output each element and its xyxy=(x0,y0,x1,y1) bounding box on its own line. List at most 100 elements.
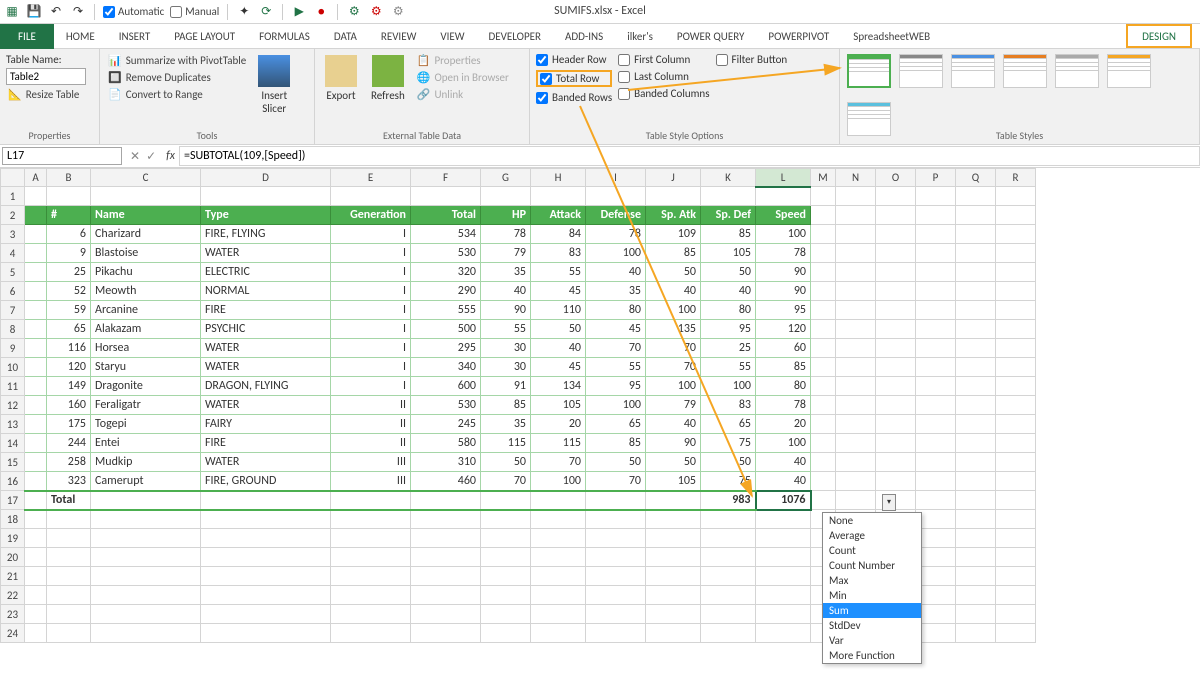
table-cell[interactable]: 83 xyxy=(531,244,586,263)
cell[interactable] xyxy=(411,567,481,586)
cell[interactable] xyxy=(25,358,47,377)
table-cell[interactable]: Alakazam xyxy=(91,320,201,339)
cell[interactable] xyxy=(25,605,47,624)
column-header[interactable]: A xyxy=(25,169,47,187)
cell[interactable] xyxy=(481,529,531,548)
cell[interactable] xyxy=(756,586,811,605)
cell[interactable] xyxy=(811,472,836,491)
cell[interactable] xyxy=(836,263,876,282)
cell[interactable] xyxy=(916,396,956,415)
cell[interactable] xyxy=(756,605,811,624)
table-cell[interactable]: 70 xyxy=(586,472,646,491)
cell[interactable] xyxy=(91,624,201,643)
table-cell[interactable]: 258 xyxy=(47,453,91,472)
cell[interactable] xyxy=(47,187,91,206)
cell[interactable] xyxy=(331,624,411,643)
cell[interactable] xyxy=(811,263,836,282)
style-thumb[interactable] xyxy=(847,54,891,88)
cell[interactable] xyxy=(956,320,996,339)
cell[interactable] xyxy=(91,510,201,529)
column-header[interactable]: F xyxy=(411,169,481,187)
cell[interactable] xyxy=(996,187,1036,206)
cell[interactable] xyxy=(916,320,956,339)
cell[interactable] xyxy=(25,282,47,301)
cell[interactable] xyxy=(47,548,91,567)
table-cell[interactable]: 50 xyxy=(701,453,756,472)
fx-icon[interactable]: fx xyxy=(162,149,179,163)
table-cell[interactable]: 160 xyxy=(47,396,91,415)
table-cell[interactable]: 85 xyxy=(586,434,646,453)
cell[interactable] xyxy=(756,529,811,548)
table-cell[interactable]: 100 xyxy=(646,301,701,320)
cell[interactable] xyxy=(531,567,586,586)
cell[interactable] xyxy=(811,434,836,453)
cell[interactable] xyxy=(916,358,956,377)
remove-duplicates-button[interactable]: 🔲 Remove Duplicates xyxy=(106,70,248,85)
cell[interactable] xyxy=(836,225,876,244)
row-header[interactable]: 14 xyxy=(1,434,25,453)
tab-developer[interactable]: DEVELOPER xyxy=(477,24,553,49)
cell[interactable] xyxy=(25,529,47,548)
table-cell[interactable]: Horsea xyxy=(91,339,201,358)
row-header[interactable]: 23 xyxy=(1,605,25,624)
filter-button-checkbox[interactable]: Filter Button xyxy=(716,53,788,66)
style-thumb[interactable] xyxy=(1003,54,1047,88)
table-cell[interactable]: 35 xyxy=(586,282,646,301)
table-cell[interactable]: 100 xyxy=(586,244,646,263)
cell[interactable] xyxy=(201,586,331,605)
table-cell[interactable]: 600 xyxy=(411,377,481,396)
table-cell[interactable]: 35 xyxy=(481,415,531,434)
gear-red-icon[interactable]: ⚙ xyxy=(368,4,384,20)
table-cell[interactable]: Entei xyxy=(91,434,201,453)
table-cell[interactable]: 70 xyxy=(646,358,701,377)
table-cell[interactable]: 110 xyxy=(531,301,586,320)
dropdown-item[interactable]: Max xyxy=(823,573,921,588)
manual-checkbox[interactable]: Manual xyxy=(170,5,219,18)
table-cell[interactable]: 70 xyxy=(586,339,646,358)
total-cell[interactable] xyxy=(531,491,586,510)
table-cell[interactable]: 135 xyxy=(646,320,701,339)
row-header[interactable]: 6 xyxy=(1,282,25,301)
cell[interactable] xyxy=(876,244,916,263)
table-cell[interactable]: 59 xyxy=(47,301,91,320)
column-header[interactable] xyxy=(1,169,25,187)
cell[interactable] xyxy=(47,510,91,529)
cell[interactable] xyxy=(956,415,996,434)
cell[interactable] xyxy=(956,244,996,263)
cell[interactable] xyxy=(586,605,646,624)
cell[interactable] xyxy=(201,567,331,586)
cell[interactable] xyxy=(201,187,331,206)
cell[interactable] xyxy=(701,548,756,567)
cell[interactable] xyxy=(836,415,876,434)
cell[interactable] xyxy=(811,244,836,263)
cell[interactable] xyxy=(25,263,47,282)
dropdown-item[interactable]: None xyxy=(823,513,921,528)
table-cell[interactable]: 55 xyxy=(481,320,531,339)
table-cell[interactable]: FIRE xyxy=(201,301,331,320)
cell[interactable] xyxy=(701,529,756,548)
cell[interactable] xyxy=(47,567,91,586)
row-header[interactable]: 22 xyxy=(1,586,25,605)
cell[interactable] xyxy=(876,415,916,434)
formula-input[interactable] xyxy=(179,146,1200,166)
cell[interactable] xyxy=(586,187,646,206)
gear-gray-icon[interactable]: ⚙ xyxy=(390,4,406,20)
table-cell[interactable]: 78 xyxy=(756,396,811,415)
cell[interactable] xyxy=(956,339,996,358)
table-cell[interactable]: 109 xyxy=(646,225,701,244)
cell[interactable] xyxy=(646,529,701,548)
table-cell[interactable]: 55 xyxy=(586,358,646,377)
cell[interactable] xyxy=(811,225,836,244)
table-cell[interactable]: 40 xyxy=(531,339,586,358)
cell[interactable] xyxy=(25,567,47,586)
cell[interactable] xyxy=(201,529,331,548)
table-cell[interactable]: 20 xyxy=(531,415,586,434)
dropdown-item[interactable]: More Function xyxy=(823,648,921,663)
cell[interactable] xyxy=(47,529,91,548)
cell[interactable] xyxy=(586,624,646,643)
cell[interactable] xyxy=(836,377,876,396)
row-header[interactable]: 1 xyxy=(1,187,25,206)
cell[interactable] xyxy=(956,586,996,605)
cell[interactable] xyxy=(646,605,701,624)
cell[interactable] xyxy=(811,358,836,377)
